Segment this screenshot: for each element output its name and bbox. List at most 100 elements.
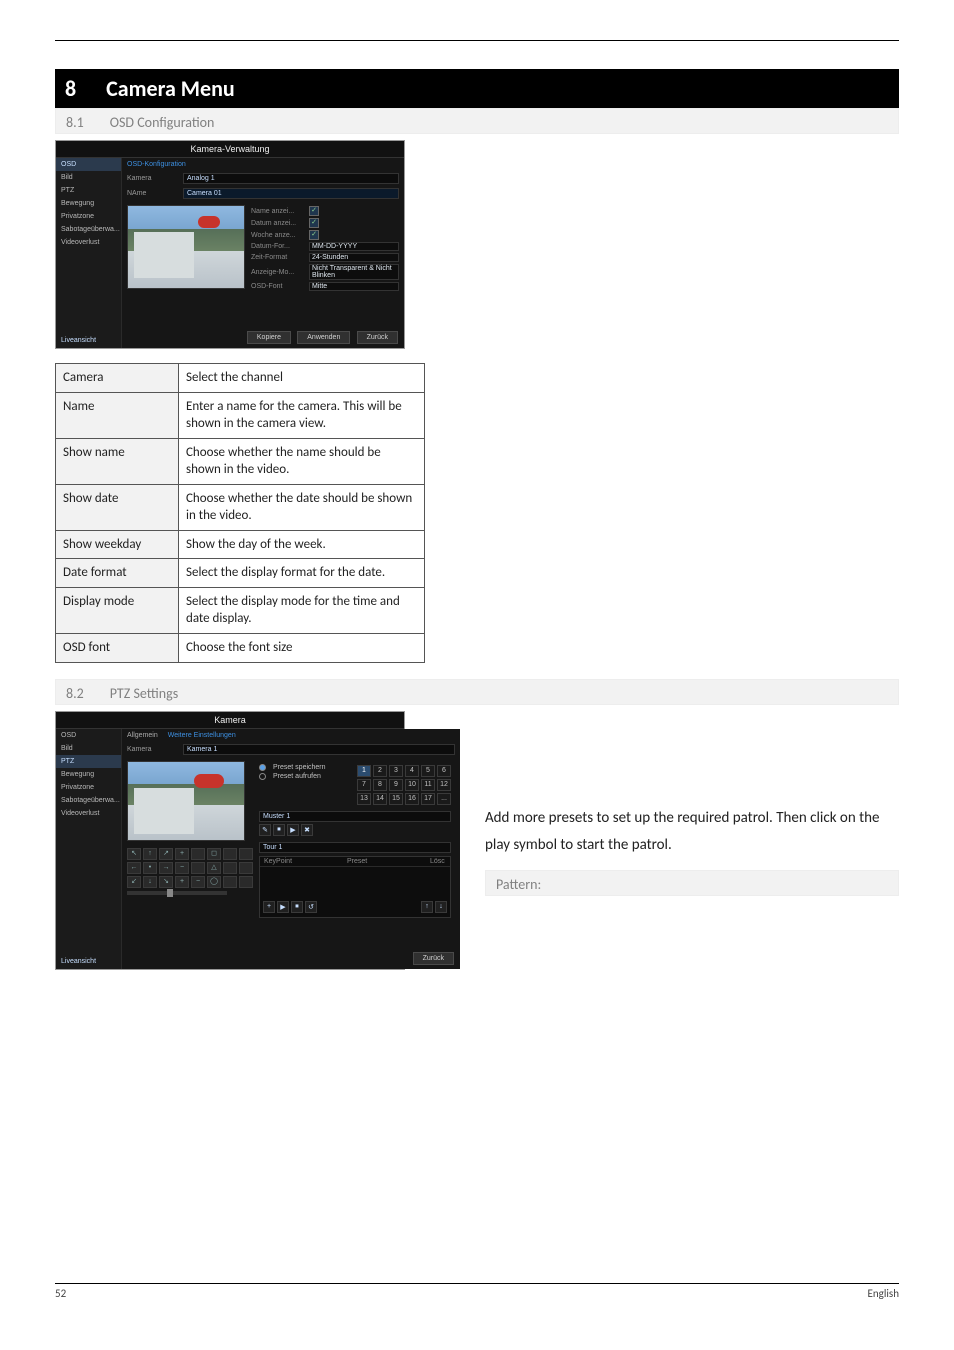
cell-k-osdfont: OSD font	[56, 634, 179, 663]
tab-osd-config[interactable]: OSD-Konfiguration	[127, 161, 186, 168]
chk-name-show[interactable]: ✓	[309, 206, 319, 216]
sidebar-liveview[interactable]: Liveansicht	[56, 954, 121, 969]
cell-k-name: Name	[56, 392, 179, 438]
osd-param-table: CameraSelect the channel NameEnter a nam…	[55, 363, 425, 663]
tabs-row: OSD-Konfiguration	[122, 158, 404, 171]
ptz-tabs: Allgemein Weitere Einstellungen	[122, 729, 460, 742]
select-muster[interactable]: Muster 1	[259, 811, 451, 822]
section-number: 8	[65, 75, 76, 102]
sidebar-item-bewegung[interactable]: Bewegung	[56, 768, 121, 781]
lbl-time-format: Zeit-Format	[251, 254, 309, 261]
th-preset: Preset	[343, 857, 426, 866]
tab-weitere[interactable]: Weitere Einstellungen	[168, 732, 236, 739]
select-tour[interactable]: Tour 1	[259, 842, 451, 853]
chk-date-show[interactable]: ✓	[309, 218, 319, 228]
cell-k-camera: Camera	[56, 364, 179, 393]
osd-fields: Name anzei...✓ Datum anzei...✓ Woche anz…	[251, 205, 399, 292]
subsection-ptz-settings: 8.2 PTZ Settings	[55, 679, 899, 705]
lbl-date-format: Datum-For...	[251, 243, 309, 250]
select-kamera[interactable]: Analog 1	[183, 173, 399, 184]
sidebar-item-ptz[interactable]: PTZ	[56, 184, 121, 197]
cell-v-osdfont: Choose the font size	[179, 634, 425, 663]
sidebar-item-bild[interactable]: Bild	[56, 742, 121, 755]
lbl-display-mode: Anzeige-Mo...	[251, 269, 309, 276]
muster-icons[interactable]: ✎⏹▶✖	[259, 822, 451, 838]
ptz-dpad[interactable]: ↖↑↗+ ◻ ←•→− △ ↙↓↘+−◯	[127, 848, 249, 888]
cell-v-showweek: Show the day of the week.	[179, 530, 425, 559]
sidebar-item-sabotage[interactable]: Sabotageüberwa...	[56, 794, 121, 807]
cell-v-showdate: Choose whether the date should be shown …	[179, 484, 425, 530]
lbl-name-show: Name anzei...	[251, 208, 309, 215]
tour-icons-right[interactable]: ↑↓	[421, 899, 447, 915]
ptz-sidebar: OSD Bild PTZ Bewegung Privatzone Sabotag…	[56, 729, 122, 969]
tour-row: Tour 1 KeyPoint Preset Lösc	[259, 842, 451, 918]
section-title: Camera Menu	[106, 75, 235, 102]
ptz-camera-preview	[127, 761, 245, 841]
subsection-title-ptz: PTZ Settings	[110, 685, 178, 702]
screenshot-ptz: Kamera OSD Bild PTZ Bewegung Privatzone …	[55, 711, 405, 970]
footer-page-number: 52	[55, 1287, 66, 1300]
lbl-week-show: Woche anze...	[251, 232, 309, 239]
subsection-title: OSD Configuration	[110, 114, 215, 131]
logo-overlay	[194, 774, 224, 788]
pattern-title: Pattern:	[496, 876, 541, 893]
sidebar-item-privatzone[interactable]: Privatzone	[56, 781, 121, 794]
page-footer: 52 English	[55, 1283, 899, 1300]
tab-allgemein[interactable]: Allgemein	[127, 732, 158, 739]
logo-overlay	[198, 216, 220, 228]
screenshot-sidebar: OSD Bild PTZ Bewegung Privatzone Sabotag…	[56, 158, 122, 348]
camera-preview	[127, 205, 245, 289]
radio-call-preset-icon	[259, 773, 266, 780]
cell-k-dateformat: Date format	[56, 559, 179, 588]
label-name: NAme	[127, 190, 177, 197]
ptz-controls: ↖↑↗+ ◻ ←•→− △ ↙↓↘+−◯	[127, 845, 249, 895]
lbl-osd-font: OSD-Font	[251, 283, 309, 290]
cell-k-showweek: Show weekday	[56, 530, 179, 559]
tour-table: KeyPoint Preset Lösc +▶⏹↺ ↑↓	[259, 856, 451, 918]
th-delete: Lösc	[426, 857, 450, 866]
footer-language: English	[868, 1287, 899, 1300]
sidebar-item-osd[interactable]: OSD	[56, 729, 121, 742]
sidebar-liveview[interactable]: Liveansicht	[56, 333, 121, 348]
screenshot-title: Kamera-Verwaltung	[56, 141, 404, 158]
cell-k-displaymode: Display mode	[56, 587, 179, 633]
sidebar-item-bild[interactable]: Bild	[56, 171, 121, 184]
chk-week-show[interactable]: ✓	[309, 230, 319, 240]
cell-v-camera: Select the channel	[179, 364, 425, 393]
sel-time-format[interactable]: 24-Stunden	[309, 253, 399, 262]
sidebar-item-bewegung[interactable]: Bewegung	[56, 197, 121, 210]
sidebar-item-videoverlust[interactable]: Videoverlust	[56, 807, 121, 820]
sidebar-item-sabotage[interactable]: Sabotageüberwa...	[56, 223, 121, 236]
sidebar-item-privatzone[interactable]: Privatzone	[56, 210, 121, 223]
label-preset-save[interactable]: Preset speichern	[273, 764, 343, 771]
sel-date-format[interactable]: MM-DD-YYYY	[309, 242, 399, 251]
screenshot-ptz-title: Kamera	[56, 712, 404, 729]
sel-osd-font[interactable]: Mitte	[309, 282, 399, 291]
tour-icons-left[interactable]: +▶⏹↺	[263, 899, 317, 915]
label-kamera: Kamera	[127, 175, 177, 182]
label-kamera: Kamera	[127, 746, 177, 753]
btn-apply[interactable]: Anwenden	[297, 331, 350, 344]
btn-back[interactable]: Zurück	[357, 331, 398, 344]
cell-k-showname: Show name	[56, 438, 179, 484]
muster-row: Muster 1 ✎⏹▶✖	[259, 811, 451, 838]
sidebar-item-osd[interactable]: OSD	[56, 158, 121, 171]
input-camera-name[interactable]: Camera 01	[183, 188, 399, 199]
select-kamera-ptz[interactable]: Kamera 1	[183, 744, 455, 755]
right-paragraph: Add more presets to set up the required …	[485, 805, 899, 861]
sidebar-item-videoverlust[interactable]: Videoverlust	[56, 236, 121, 249]
subsection-number-ptz: 8.2	[66, 685, 84, 702]
cell-k-showdate: Show date	[56, 484, 179, 530]
cell-v-displaymode: Select the display mode for the time and…	[179, 587, 425, 633]
subsection-pattern: Pattern:	[485, 870, 899, 896]
btn-copy[interactable]: Kopiere	[247, 331, 291, 344]
sel-display-mode[interactable]: Nicht Transparent & Nicht Blinken	[309, 264, 399, 280]
label-preset-call[interactable]: Preset aufrufen	[273, 773, 343, 780]
screenshot-osd-config: Kamera-Verwaltung OSD Bild PTZ Bewegung …	[55, 140, 405, 349]
subsection-osd-config: 8.1 OSD Configuration	[55, 108, 899, 134]
sidebar-item-ptz[interactable]: PTZ	[56, 755, 121, 768]
section-camera-menu: 8 Camera Menu	[55, 69, 899, 108]
preset-num-grid[interactable]: 123456 789101112 1314151617...	[357, 763, 451, 805]
ptz-speed-slider[interactable]	[127, 891, 227, 895]
btn-back-ptz[interactable]: Zurück	[413, 952, 454, 965]
